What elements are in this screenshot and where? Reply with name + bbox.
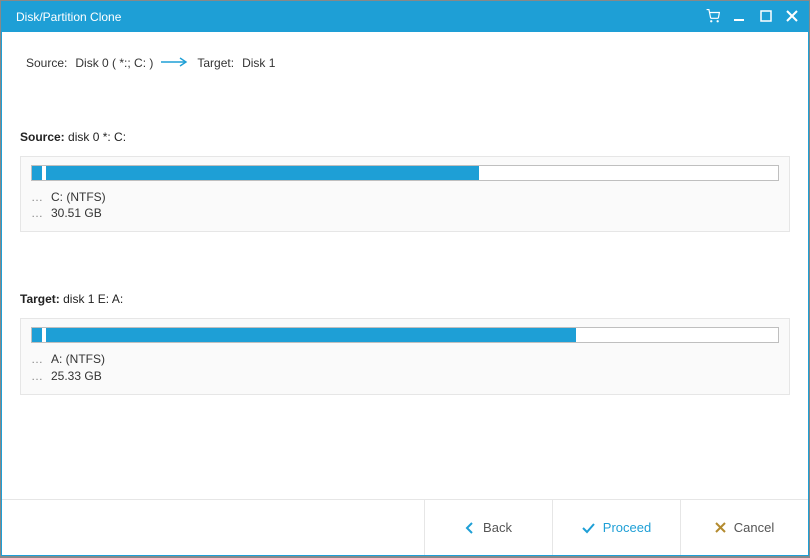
target-partition-size: 25.33 GB — [51, 368, 102, 384]
source-label: Source: — [26, 56, 67, 70]
ellipsis-icon: … — [31, 205, 43, 221]
bar-segment-empty — [479, 166, 778, 180]
target-partition-size-line: … 25.33 GB — [31, 368, 779, 384]
x-icon — [715, 522, 726, 533]
source-value: Disk 0 ( *:; C: ) — [75, 56, 153, 70]
source-partition-label: C: (NTFS) — [51, 189, 106, 205]
target-heading-prefix: Target: — [20, 292, 60, 306]
source-partition-name-line: … C: (NTFS) — [31, 189, 779, 205]
footer-bar: Back Proceed Cancel — [2, 499, 808, 555]
source-partition-size: 30.51 GB — [51, 205, 102, 221]
arrow-right-icon — [161, 56, 189, 70]
chevron-left-icon — [465, 522, 475, 534]
window-title: Disk/Partition Clone — [16, 10, 706, 24]
cancel-button-label: Cancel — [734, 520, 774, 535]
cancel-button[interactable]: Cancel — [680, 500, 808, 555]
target-partition-label: A: (NTFS) — [51, 351, 105, 367]
ellipsis-icon: … — [31, 368, 43, 384]
ellipsis-icon: … — [31, 351, 43, 367]
minimize-icon[interactable] — [734, 10, 746, 25]
back-button[interactable]: Back — [424, 500, 552, 555]
target-label: Target: — [197, 56, 234, 70]
cart-icon[interactable] — [706, 9, 720, 26]
check-icon — [582, 522, 595, 534]
target-disk-panel: … A: (NTFS) … 25.33 GB — [20, 318, 790, 394]
back-button-label: Back — [483, 520, 512, 535]
close-icon[interactable] — [786, 10, 798, 25]
proceed-button[interactable]: Proceed — [552, 500, 680, 555]
content-area: Source: Disk 0 ( *:; C: ) Target: Disk 1… — [2, 32, 808, 499]
bar-segment-reserved — [32, 166, 43, 180]
bar-segment-main — [46, 166, 479, 180]
source-disk-panel: … C: (NTFS) … 30.51 GB — [20, 156, 790, 232]
target-heading-value: disk 1 E: A: — [63, 292, 123, 306]
breadcrumb: Source: Disk 0 ( *:; C: ) Target: Disk 1 — [20, 56, 790, 70]
source-heading-prefix: Source: — [20, 130, 65, 144]
source-partition-size-line: … 30.51 GB — [31, 205, 779, 221]
app-window: Disk/Partition Clone Source: Disk 0 ( *:… — [1, 1, 809, 556]
proceed-button-label: Proceed — [603, 520, 651, 535]
source-heading: Source: disk 0 *: C: — [20, 130, 790, 144]
bar-segment-empty — [576, 328, 778, 342]
source-usage-bar[interactable] — [31, 165, 779, 181]
ellipsis-icon: … — [31, 189, 43, 205]
source-heading-value: disk 0 *: C: — [68, 130, 126, 144]
target-partition-name-line: … A: (NTFS) — [31, 351, 779, 367]
spacer — [20, 395, 790, 499]
maximize-icon[interactable] — [760, 10, 772, 25]
bar-segment-main — [46, 328, 576, 342]
titlebar: Disk/Partition Clone — [2, 2, 808, 32]
bar-segment-reserved — [32, 328, 43, 342]
window-controls — [706, 9, 798, 26]
target-heading: Target: disk 1 E: A: — [20, 292, 790, 306]
target-value: Disk 1 — [242, 56, 275, 70]
target-usage-bar[interactable] — [31, 327, 779, 343]
